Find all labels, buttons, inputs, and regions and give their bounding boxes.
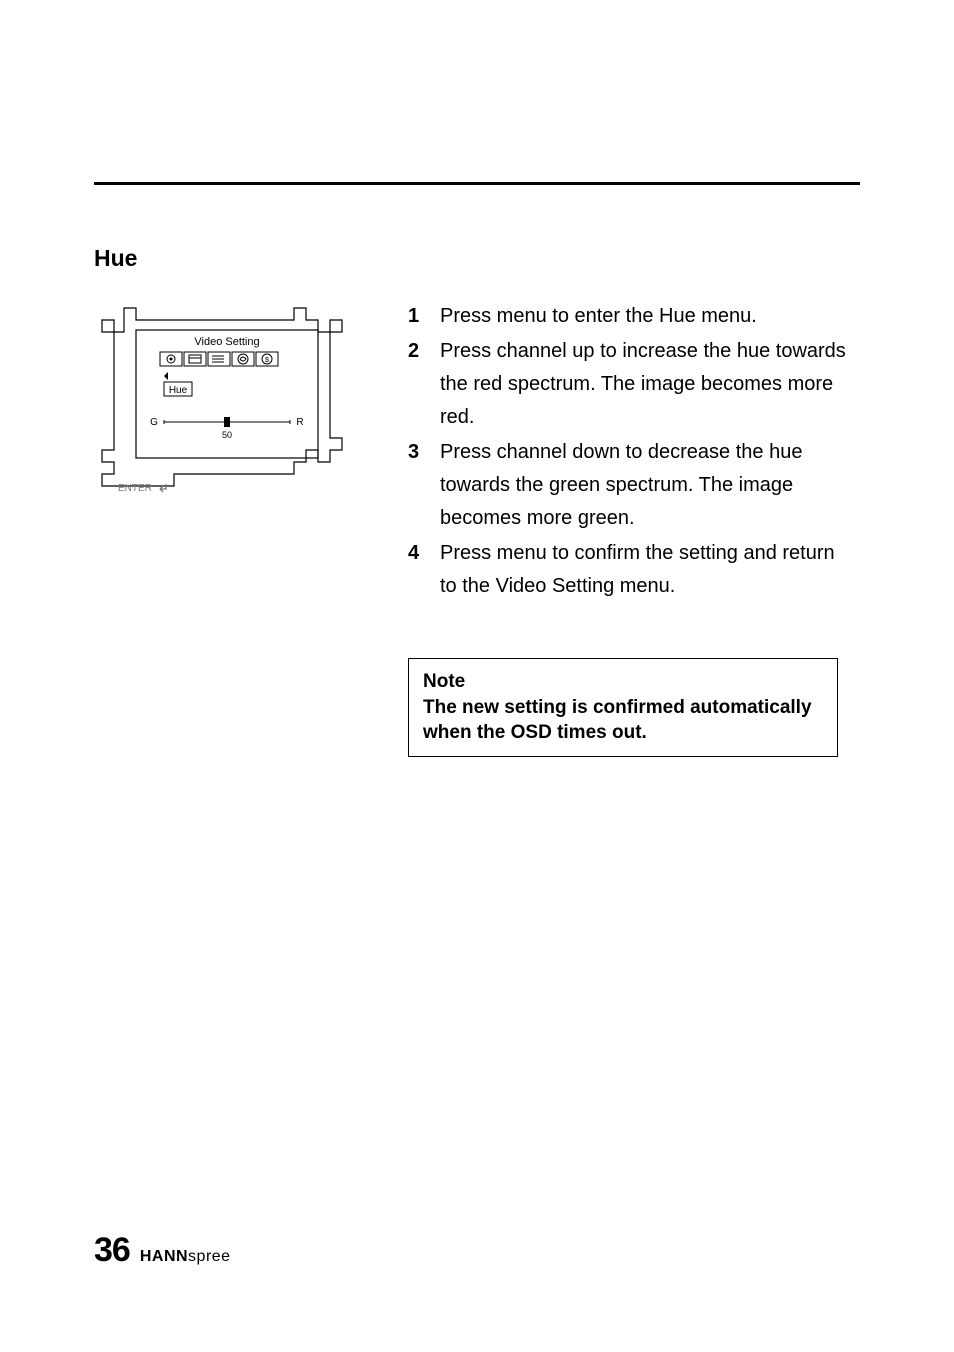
note-heading: Note (423, 669, 823, 695)
brand-logo: HANNspree (140, 1248, 231, 1266)
header-rule (94, 182, 860, 185)
note-body: The new setting is confirmed automatical… (423, 695, 823, 746)
osd-diagram: Video Setting $ Hue G R 50 ENTER (94, 300, 350, 495)
step-item: Press channel up to increase the hue tow… (408, 335, 852, 434)
svg-text:$: $ (265, 357, 269, 364)
slider-right: R (296, 417, 303, 428)
section-title: Hue (94, 245, 137, 272)
step-item: Press channel down to decrease the hue t… (408, 436, 852, 535)
page-number: 36 (94, 1231, 130, 1270)
slider-value: 50 (222, 430, 232, 440)
enter-label: ENTER (118, 483, 152, 494)
diagram-label: Hue (169, 385, 188, 396)
note-box: Note The new setting is confirmed automa… (408, 658, 838, 757)
step-item: Press menu to confirm the setting and re… (408, 537, 852, 603)
diagram-title: Video Setting (194, 336, 259, 348)
slider-left: G (150, 417, 158, 428)
instruction-list: Press menu to enter the Hue menu. Press … (408, 300, 852, 605)
step-item: Press menu to enter the Hue menu. (408, 300, 852, 333)
page-footer: 36 HANNspree (94, 1231, 231, 1270)
